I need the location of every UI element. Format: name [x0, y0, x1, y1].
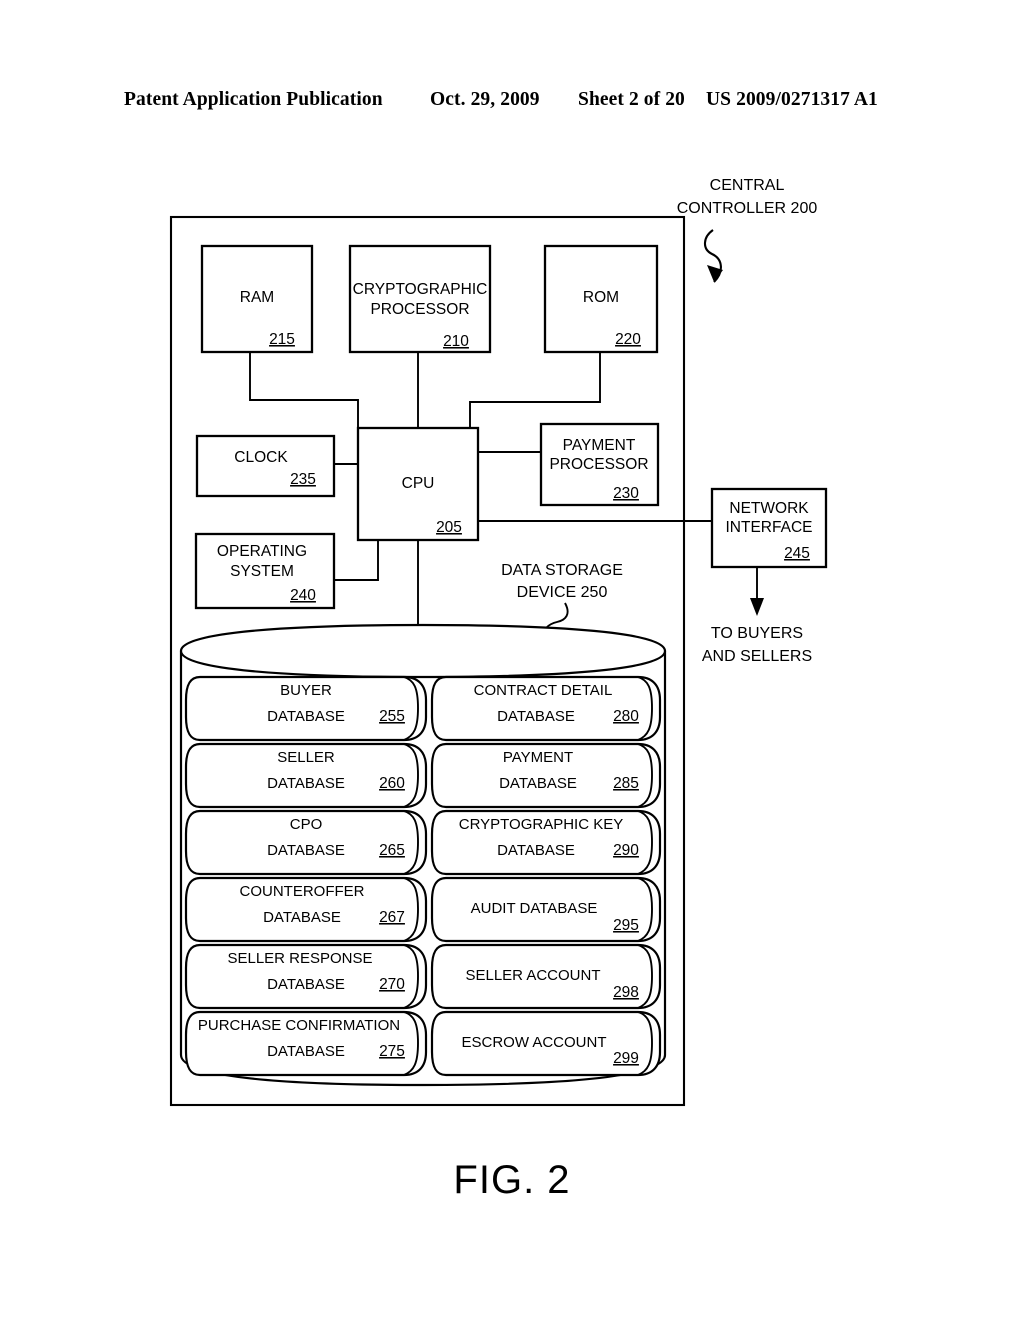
database-cpo-label-line1: CPO — [290, 816, 323, 833]
database-buyer-ref: 255 — [379, 708, 405, 725]
connector-os-cpu — [334, 540, 379, 581]
database-cryptographic-key-ref: 290 — [613, 842, 639, 859]
block-cpu-ref: 205 — [436, 519, 462, 536]
database-payment-ref: 285 — [613, 775, 639, 792]
block-network-interface-ref: 245 — [784, 545, 810, 562]
database-counteroffer-label-line1: COUNTEROFFER — [240, 883, 365, 900]
database-cryptographic-key-label-line2: DATABASE — [497, 842, 575, 859]
database-cpo-label-line2: DATABASE — [267, 842, 345, 859]
database-purchase-confirmation-ref: 275 — [379, 1043, 405, 1060]
database-contract-detail-label-line1: CONTRACT DETAIL — [474, 682, 613, 699]
block-network-interface-label-line1: NETWORK — [729, 500, 809, 517]
database-purchase-confirmation-label-line2: DATABASE — [267, 1043, 345, 1060]
database-seller-account-label: SELLER ACCOUNT — [465, 967, 600, 984]
block-clock-ref: 235 — [290, 471, 316, 488]
block-ram: RAM 215 — [200, 244, 314, 354]
data-storage-callout-line2: DEVICE 250 — [517, 584, 608, 601]
block-rom: ROM 220 — [543, 244, 659, 354]
central-controller-callout: CENTRAL CONTROLLER 200 — [677, 177, 818, 283]
database-seller-label-line2: DATABASE — [267, 775, 345, 792]
database-cpo: CPO DATABASE 265 — [184, 809, 428, 876]
database-contract-detail-label-line2: DATABASE — [497, 708, 575, 725]
block-cryptographic-processor-label-line1: CRYPTOGRAPHIC — [353, 281, 488, 298]
block-network-interface-label-line2: INTERFACE — [726, 519, 813, 536]
database-cryptographic-key: CRYPTOGRAPHIC KEY DATABASE 290 — [430, 809, 662, 876]
database-cpo-ref: 265 — [379, 842, 405, 859]
block-operating-system-ref: 240 — [290, 587, 316, 604]
block-clock-label: CLOCK — [234, 449, 288, 466]
block-rom-ref: 220 — [615, 331, 641, 348]
central-controller-callout-line1: CENTRAL — [710, 177, 785, 194]
database-escrow-account-ref: 299 — [613, 1050, 639, 1067]
database-seller-label-line1: SELLER — [277, 749, 335, 766]
database-buyer-label-line1: BUYER — [280, 682, 332, 699]
database-seller-ref: 260 — [379, 775, 405, 792]
database-seller-account: SELLER ACCOUNT 298 — [430, 943, 662, 1010]
database-audit-ref: 295 — [613, 917, 639, 934]
database-payment: PAYMENT DATABASE 285 — [430, 742, 662, 809]
database-seller-account-ref: 298 — [613, 984, 639, 1001]
database-payment-label-line2: DATABASE — [499, 775, 577, 792]
figure-canvas: CENTRAL CONTROLLER 200 RAM 215 CRYPTOGRA… — [169, 177, 828, 1107]
block-rom-label: ROM — [583, 289, 619, 306]
central-controller-callout-line2: CONTROLLER 200 — [677, 200, 818, 217]
data-storage-callout-line1: DATA STORAGE — [501, 562, 623, 579]
network-output-arrowhead — [750, 598, 764, 616]
network-callout-line1: TO BUYERS — [711, 625, 803, 642]
block-clock: CLOCK 235 — [195, 434, 336, 498]
database-seller-response: SELLER RESPONSE DATABASE 270 — [184, 943, 428, 1010]
block-ram-label: RAM — [240, 289, 274, 306]
block-cryptographic-processor: CRYPTOGRAPHIC PROCESSOR 210 — [348, 244, 492, 354]
connector-rom-cpu — [469, 352, 601, 428]
patent-figure-page: Patent Application Publication Oct. 29, … — [0, 0, 1024, 1320]
database-counteroffer-ref: 267 — [379, 909, 405, 926]
database-escrow-account-label: ESCROW ACCOUNT — [461, 1034, 606, 1051]
block-payment-processor-label-line2: PROCESSOR — [549, 456, 648, 473]
database-seller-response-ref: 270 — [379, 976, 405, 993]
block-payment-processor-ref: 230 — [613, 485, 639, 502]
database-buyer: BUYER DATABASE 255 — [184, 675, 428, 742]
block-ram-ref: 215 — [269, 331, 295, 348]
block-payment-processor: PAYMENT PROCESSOR 230 — [539, 422, 660, 507]
block-operating-system-label-line2: SYSTEM — [230, 563, 294, 580]
block-payment-processor-label-line1: PAYMENT — [563, 437, 636, 454]
database-seller: SELLER DATABASE 260 — [184, 742, 428, 809]
database-contract-detail-ref: 280 — [613, 708, 639, 725]
block-network-interface: NETWORK INTERFACE 245 — [710, 487, 828, 569]
database-audit: AUDIT DATABASE 295 — [430, 876, 662, 943]
block-cpu: CPU 205 — [356, 426, 480, 542]
database-escrow-account: ESCROW ACCOUNT 299 — [430, 1010, 662, 1077]
database-audit-label: AUDIT DATABASE — [471, 900, 598, 917]
figure-caption: FIG. 2 — [453, 1158, 571, 1202]
database-counteroffer-label-line2: DATABASE — [263, 909, 341, 926]
database-purchase-confirmation-label-line1: PURCHASE CONFIRMATION — [198, 1017, 400, 1034]
block-cryptographic-processor-label-line2: PROCESSOR — [370, 301, 469, 318]
connector-ram-cpu — [249, 352, 359, 428]
database-payment-label-line1: PAYMENT — [503, 749, 573, 766]
block-operating-system-label-line1: OPERATING — [217, 543, 307, 560]
block-cryptographic-processor-outline — [348, 244, 492, 354]
database-seller-response-label-line2: DATABASE — [267, 976, 345, 993]
database-cryptographic-key-label-line1: CRYPTOGRAPHIC KEY — [459, 816, 624, 833]
block-cpu-label: CPU — [402, 475, 435, 492]
block-operating-system: OPERATING SYSTEM 240 — [194, 532, 336, 610]
database-contract-detail: CONTRACT DETAIL DATABASE 280 — [430, 675, 662, 742]
database-counteroffer: COUNTEROFFER DATABASE 267 — [184, 876, 428, 943]
network-output-arrow — [750, 567, 764, 616]
database-purchase-confirmation: PURCHASE CONFIRMATION DATABASE 275 — [184, 1010, 428, 1077]
database-seller-response-label-line1: SELLER RESPONSE — [227, 950, 372, 967]
block-cryptographic-processor-ref: 210 — [443, 333, 469, 350]
network-callout-line2: AND SELLERS — [702, 648, 812, 665]
database-buyer-label-line2: DATABASE — [267, 708, 345, 725]
